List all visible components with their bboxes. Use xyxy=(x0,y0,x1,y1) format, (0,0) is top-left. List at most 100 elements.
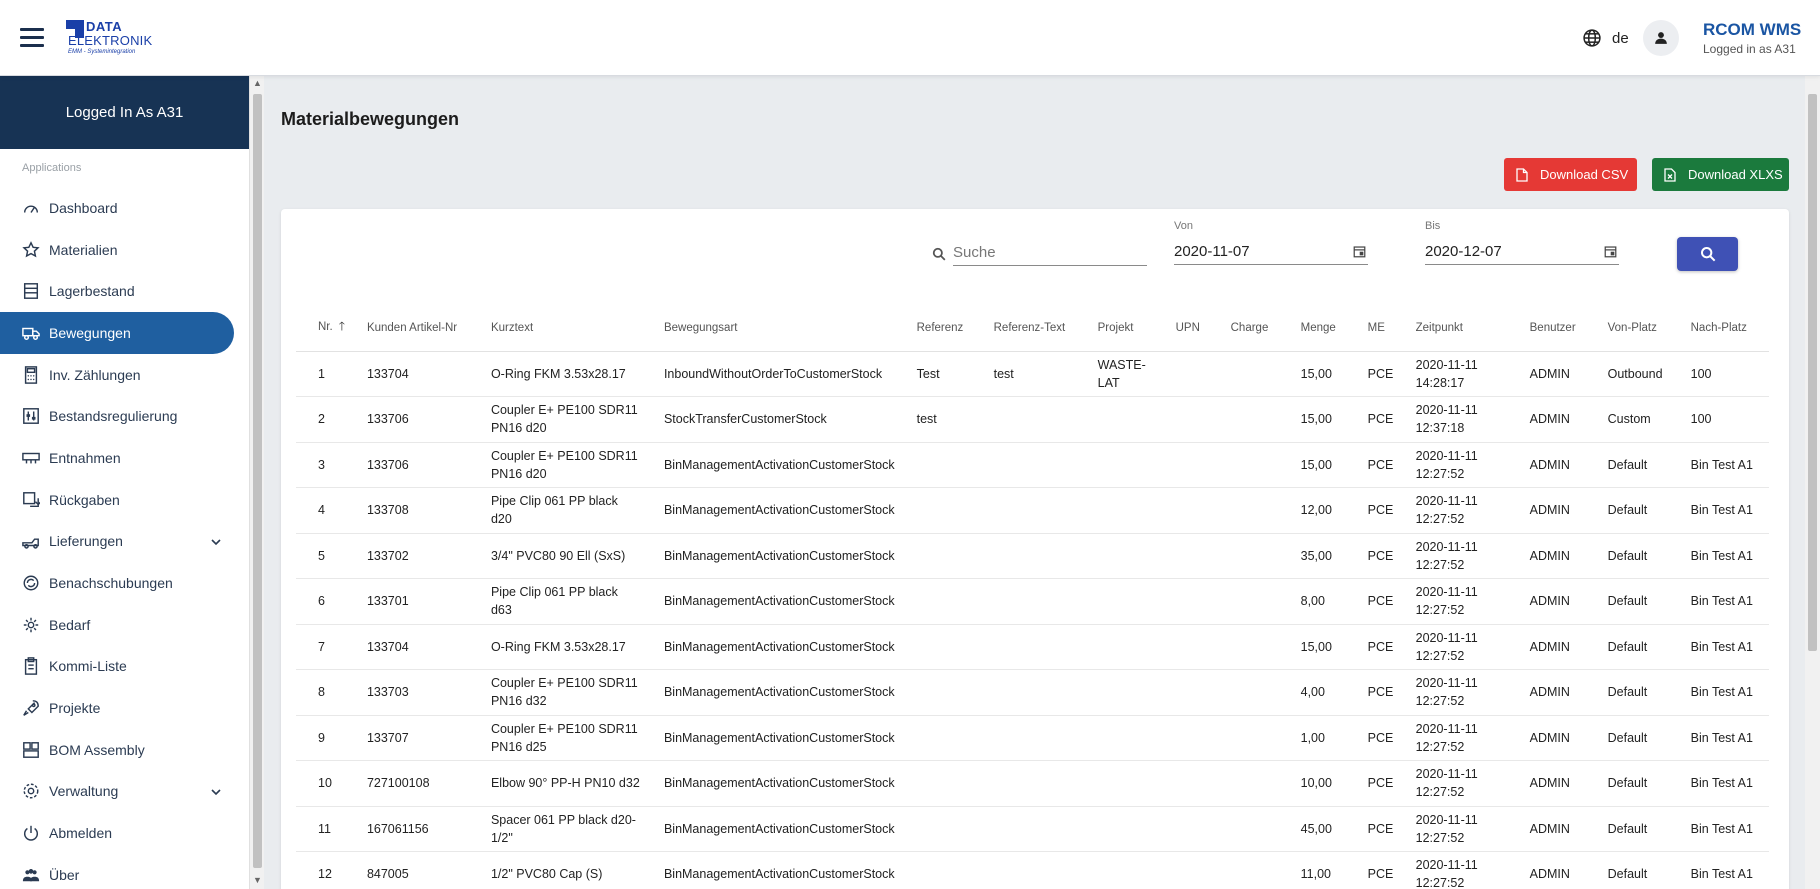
table-cell: PCE xyxy=(1345,851,1394,889)
column-header[interactable]: Nr. 🡑 xyxy=(296,305,345,352)
table-cell xyxy=(1075,760,1154,807)
sidebar-item-verwaltung[interactable]: Verwaltung xyxy=(0,771,234,813)
column-header[interactable]: Referenz-Text xyxy=(971,305,1076,352)
table-row[interactable]: 3 133706 Coupler E+ PE100 SDR11 PN16 d20 Bi… xyxy=(296,442,1769,488)
table-row[interactable]: 4 133708 Pipe Clip 061 PP black d20 BinMana… xyxy=(296,487,1769,534)
sidebar-item-dashboard[interactable]: Dashboard xyxy=(0,187,234,229)
table-cell xyxy=(894,533,972,579)
table-cell: 35,00 xyxy=(1278,533,1346,579)
table-cell: Pipe Clip 061 PP black d63 xyxy=(468,578,642,625)
column-header[interactable]: Charge xyxy=(1208,305,1279,352)
table-cell xyxy=(1208,533,1279,579)
sidebar-item-benachschubungen[interactable]: Benachschubungen xyxy=(0,562,234,604)
table-cell xyxy=(1153,396,1209,443)
table-row[interactable]: 11 167061156 Spacer 061 PP black d20-1/2" B… xyxy=(296,806,1769,852)
main-scroll-thumb[interactable] xyxy=(1808,94,1817,651)
column-header[interactable]: Kurztext xyxy=(468,305,642,352)
search-field[interactable] xyxy=(932,240,1147,266)
table-cell xyxy=(1075,806,1154,852)
chevron-down-icon[interactable] xyxy=(210,535,222,547)
table-row[interactable]: 5 133702 3/4" PVC80 90 Ell (SxS) BinManagem… xyxy=(296,533,1769,579)
table-cell: ADMIN xyxy=(1507,715,1586,761)
table-cell xyxy=(971,442,1076,488)
sidebar-item-abmelden[interactable]: Abmelden xyxy=(0,812,234,854)
gear-icon xyxy=(22,782,40,800)
table-cell: 12 xyxy=(296,851,345,889)
user-avatar[interactable] xyxy=(1643,20,1679,56)
sidebar-item-projekte[interactable]: Projekte xyxy=(0,687,234,729)
sidebar-item-kommi-liste[interactable]: Kommi-Liste xyxy=(0,646,234,688)
calculator-icon xyxy=(22,365,40,384)
sidebar-item-materialien[interactable]: Materialien xyxy=(0,229,234,271)
scroll-down-arrow-icon[interactable]: ▼ xyxy=(253,876,262,885)
bis-label: Bis xyxy=(1425,220,1441,232)
main-scrollbar[interactable] xyxy=(1805,76,1820,889)
table-cell: Bin Test A1 xyxy=(1668,851,1769,889)
sidebar-item-lieferungen[interactable]: Lieferungen xyxy=(0,521,234,563)
table-cell: 133708 xyxy=(344,487,469,534)
search-icon xyxy=(1700,247,1715,262)
search-icon xyxy=(932,247,946,261)
chevron-down-icon[interactable] xyxy=(210,785,222,797)
search-input[interactable] xyxy=(953,240,1147,264)
rocket-icon xyxy=(22,699,40,717)
column-header[interactable]: Kunden Artikel-Nr xyxy=(344,305,469,352)
sidebar-item-label: Entnahmen xyxy=(49,449,121,466)
column-header[interactable]: Benutzer xyxy=(1507,305,1586,352)
column-header[interactable]: Projekt xyxy=(1075,305,1154,352)
language-selector[interactable]: de xyxy=(1582,28,1629,48)
table-cell: PCE xyxy=(1345,487,1394,534)
table-row[interactable]: 6 133701 Pipe Clip 061 PP black d63 BinMana… xyxy=(296,578,1769,625)
sidebar-scroll-thumb[interactable] xyxy=(253,94,262,868)
scroll-up-arrow-icon[interactable]: ▲ xyxy=(253,79,262,88)
download-csv-button[interactable]: Download CSV xyxy=(1504,158,1637,191)
column-header[interactable]: Referenz xyxy=(894,305,972,352)
table-cell: 2020-11-11 12:27:52 xyxy=(1393,533,1508,579)
column-header[interactable]: Zeitpunkt xyxy=(1393,305,1508,352)
table-row[interactable]: 7 133704 O-Ring FKM 3.53x28.17 BinManagemen… xyxy=(296,624,1769,670)
table-row[interactable]: 10 727100108 Elbow 90° PP-H PN10 d32 BinMan… xyxy=(296,760,1769,807)
sidebar-item-über[interactable]: Über xyxy=(0,854,234,889)
sidebar-item-bewegungen[interactable]: Bewegungen xyxy=(0,312,234,354)
download-xlsx-button[interactable]: Download XLXS xyxy=(1652,158,1789,191)
company-logo[interactable]: DATA ELEKTRONIK EMM - Systemintegration xyxy=(66,18,176,58)
sidebar-item-rückgaben[interactable]: Rückgaben xyxy=(0,479,234,521)
sidebar-item-label: Bewegungen xyxy=(49,324,131,341)
sidebar-item-bom-assembly[interactable]: BOM Assembly xyxy=(0,729,234,771)
column-header[interactable]: Von-Platz xyxy=(1585,305,1669,352)
von-date-field[interactable]: 2020-11-07 xyxy=(1174,238,1368,265)
table-cell: 2020-11-11 14:28:17 xyxy=(1393,351,1508,397)
column-header[interactable]: Menge xyxy=(1278,305,1346,352)
sort-ascending-icon[interactable]: 🡑 xyxy=(339,319,345,333)
column-header[interactable]: Nach-Platz xyxy=(1668,305,1769,352)
sidebar-item-entnahmen[interactable]: Entnahmen xyxy=(0,437,234,479)
table-row[interactable]: 12 847005 1/2" PVC80 Cap (S) BinManagementA… xyxy=(296,851,1769,889)
calendar-icon[interactable] xyxy=(1353,245,1366,258)
sidebar-item-bedarf[interactable]: Bedarf xyxy=(0,604,234,646)
return-icon xyxy=(22,491,40,509)
sidebar-scrollbar[interactable]: ▲ ▼ xyxy=(249,76,264,889)
column-header[interactable]: UPN xyxy=(1153,305,1209,352)
table-cell: 1 xyxy=(296,351,345,397)
table-row[interactable]: 2 133706 Coupler E+ PE100 SDR11 PN16 d20 St… xyxy=(296,396,1769,443)
table-row[interactable]: 9 133707 Coupler E+ PE100 SDR11 PN16 d25 Bi… xyxy=(296,715,1769,761)
bis-date-field[interactable]: 2020-12-07 xyxy=(1425,238,1619,265)
table-row[interactable]: 8 133703 Coupler E+ PE100 SDR11 PN16 d32 Bi… xyxy=(296,669,1769,716)
table-cell: 2020-11-11 12:27:52 xyxy=(1393,715,1508,761)
people-icon xyxy=(22,866,40,884)
globe-icon xyxy=(1583,29,1601,47)
sidebar-item-lagerbestand[interactable]: Lagerbestand xyxy=(0,270,234,312)
table-cell xyxy=(894,578,972,625)
sidebar-item-inv-zählungen[interactable]: Inv. Zählungen xyxy=(0,354,234,396)
column-header[interactable]: Bewegungsart xyxy=(641,305,895,352)
sidebar-item-bestandsregulierung[interactable]: Bestandsregulierung xyxy=(0,395,234,437)
search-button[interactable] xyxy=(1677,237,1738,271)
hamburger-menu-icon[interactable] xyxy=(20,28,44,48)
user-icon xyxy=(1655,32,1667,44)
calendar-icon[interactable] xyxy=(1604,245,1617,258)
table-cell: Bin Test A1 xyxy=(1668,442,1769,488)
table-row[interactable]: 1 133704 O-Ring FKM 3.53x28.17 InboundWitho… xyxy=(296,351,1769,397)
column-header[interactable]: ME xyxy=(1345,305,1394,352)
power-icon xyxy=(22,824,40,842)
table-cell: 2020-11-11 12:27:52 xyxy=(1393,624,1508,670)
